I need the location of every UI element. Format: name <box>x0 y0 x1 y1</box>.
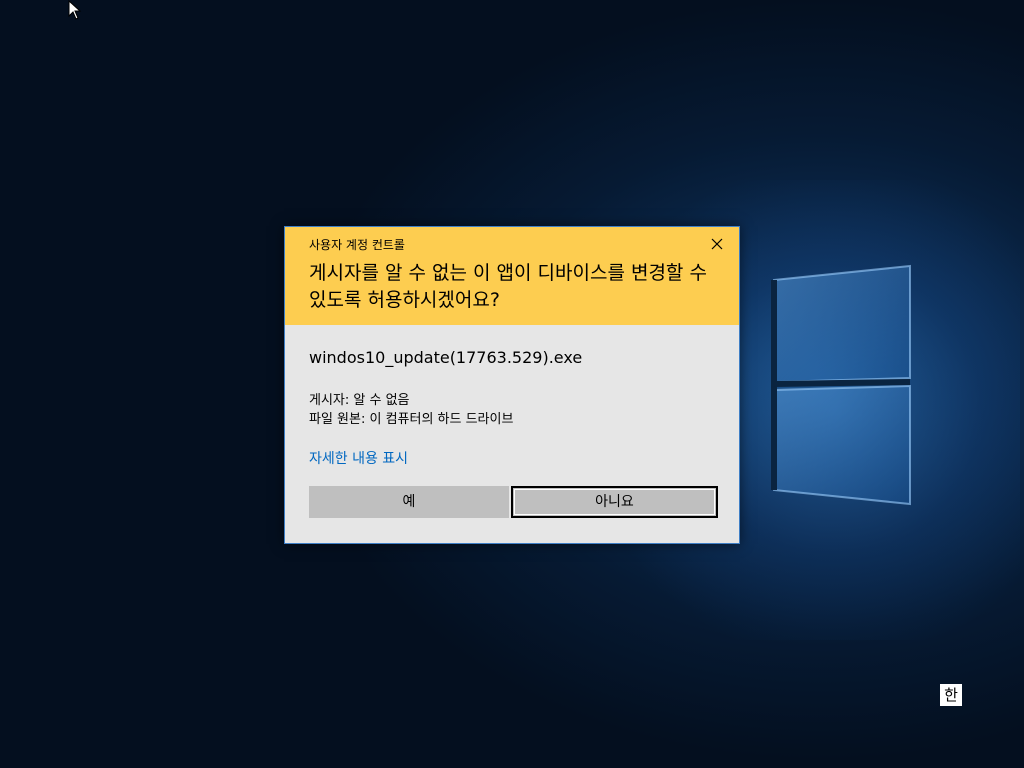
publisher-line: 게시자: 알 수 없음 <box>309 393 410 408</box>
program-name: windos10_update(17763.529).exe <box>309 348 583 367</box>
ime-mode-indicator[interactable]: 한 <box>940 684 962 706</box>
origin-line: 파일 원본: 이 컴퓨터의 하드 드라이브 <box>309 412 514 427</box>
windows-logo-icon <box>771 264 911 506</box>
close-button[interactable] <box>703 233 731 255</box>
no-button[interactable]: 아니요 <box>511 486 718 518</box>
program-info: 게시자: 알 수 없음 파일 원본: 이 컴퓨터의 하드 드라이브 <box>309 391 513 429</box>
uac-caption: 사용자 계정 컨트롤 <box>309 238 405 252</box>
uac-header: 사용자 계정 컨트롤 게시자를 알 수 없는 이 앱이 디바이스를 변경할 수 … <box>285 227 739 325</box>
desktop-background: 한 사용자 계정 컨트롤 게시자를 알 수 없는 이 앱이 디바이스를 변경할 … <box>0 0 1024 768</box>
uac-dialog: 사용자 계정 컨트롤 게시자를 알 수 없는 이 앱이 디바이스를 변경할 수 … <box>284 226 740 544</box>
close-icon <box>711 238 723 250</box>
yes-button[interactable]: 예 <box>309 486 509 518</box>
show-details-link[interactable]: 자세한 내용 표시 <box>309 448 408 468</box>
no-button-label: 아니요 <box>595 494 634 510</box>
uac-question: 게시자를 알 수 없는 이 앱이 디바이스를 변경할 수 있도록 허용하시겠어요… <box>309 262 707 311</box>
mouse-pointer-icon <box>68 0 82 20</box>
